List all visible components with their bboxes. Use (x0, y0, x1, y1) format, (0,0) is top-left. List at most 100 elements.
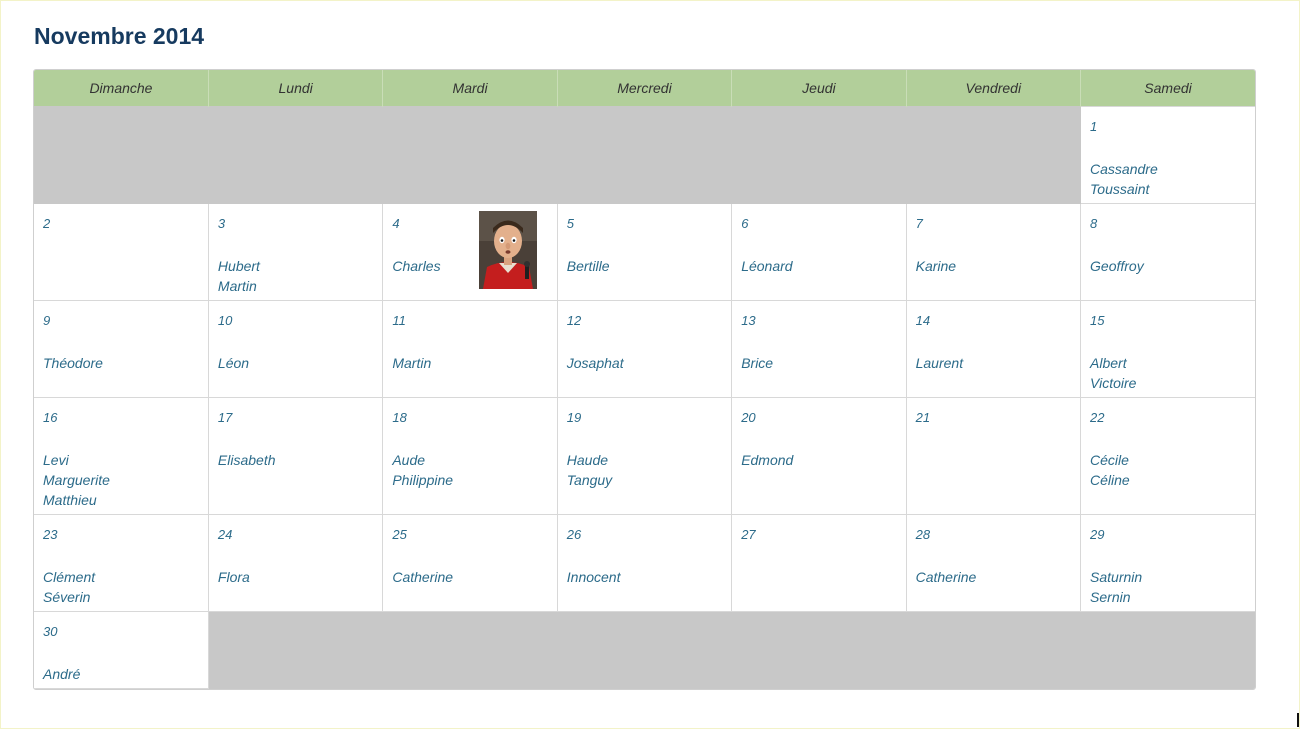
name-list: Catherine (916, 567, 977, 587)
saint-name: Victoire (1090, 375, 1137, 391)
name-list: Clément Séverin (43, 567, 95, 607)
day-cell[interactable]: 3 Hubert Martin (207, 203, 384, 301)
saint-name: Aude (392, 452, 426, 468)
name-list: Charles (392, 256, 440, 276)
day-cell[interactable]: 1 Cassandre Toussaint (1080, 106, 1255, 204)
day-cell[interactable]: 8 Geoffroy (1080, 203, 1255, 301)
day-cell[interactable]: 13 Brice (731, 300, 907, 398)
day-cell[interactable]: 9 Théodore (34, 300, 209, 398)
saint-name: Elisabeth (217, 452, 276, 468)
day-cell[interactable]: 15 Albert Victoire (1080, 300, 1255, 398)
day-number: 17 (217, 410, 233, 425)
saint-name: Séverin (43, 589, 91, 605)
saint-name: Toussaint (1090, 181, 1150, 197)
day-cell[interactable]: 21 (905, 397, 1082, 515)
day-number: 15 (1090, 313, 1105, 328)
day-number: 30 (43, 624, 58, 639)
saint-name: Charles (392, 258, 441, 274)
day-number: 16 (43, 410, 58, 425)
day-cell[interactable]: 11 Martin (382, 300, 558, 398)
day-cell[interactable]: 4 Charles (382, 203, 558, 301)
saint-name: Céline (1090, 472, 1130, 488)
day-cell[interactable]: 30 André (34, 611, 209, 689)
day-cell[interactable]: 6 Léonard (731, 203, 907, 301)
saint-name: Sernin (1090, 589, 1131, 605)
day-number: 21 (915, 410, 931, 425)
week-row: 1 Cassandre Toussaint (34, 106, 1255, 204)
day-cell[interactable]: 16 Levi Marguerite Matthieu (34, 397, 209, 515)
day-number: 2 (43, 216, 51, 231)
day-number: 1 (1090, 119, 1098, 134)
name-list: Bertille (567, 256, 610, 276)
name-list: Edmond (741, 450, 793, 470)
empty-days (34, 106, 1082, 204)
day-number: 29 (1090, 527, 1105, 542)
day-cell[interactable]: 22 Cécile Céline (1080, 397, 1255, 515)
day-cell[interactable]: 28 Catherine (905, 514, 1082, 612)
day-cell[interactable]: 25 Catherine (382, 514, 558, 612)
day-cell[interactable]: 10 Léon (207, 300, 384, 398)
day-number: 27 (741, 527, 756, 542)
day-number: 19 (566, 410, 582, 425)
day-number: 23 (43, 527, 58, 542)
saint-name: Edmond (741, 452, 794, 468)
day-cell[interactable]: 12 Josaphat (556, 300, 733, 398)
name-list: Albert Victoire (1090, 353, 1136, 393)
day-number: 3 (217, 216, 226, 231)
saint-name: Cassandre (1090, 161, 1158, 177)
weekday-header: Samedi (1080, 70, 1255, 107)
weekday-header: Lundi (207, 70, 383, 107)
name-list: Josaphat (567, 353, 624, 373)
day-cell[interactable]: 19 Haude Tanguy (556, 397, 733, 515)
name-list: Levi Marguerite Matthieu (43, 450, 110, 510)
saint-name: Brice (741, 355, 774, 371)
day-number: 25 (392, 527, 407, 542)
saint-name: Matthieu (43, 492, 97, 508)
day-cell[interactable]: 2 (34, 203, 209, 301)
day-number: 13 (741, 313, 756, 328)
name-list: Catherine (392, 567, 453, 587)
week-row: 9 Théodore 10 Léon 11 Martin 12 Josaphat 13 B… (34, 300, 1255, 398)
saint-name: Flora (217, 569, 250, 585)
week-row: 2 3 Hubert Martin 4 Charles 5 Bertille 6… (34, 203, 1255, 301)
day-cell[interactable]: 29 Saturnin Sernin (1080, 514, 1255, 612)
name-list: Saturnin Sernin (1090, 567, 1142, 607)
day-cell[interactable]: 27 (731, 514, 907, 612)
saint-name: Clément (43, 569, 96, 585)
name-list: Elisabeth (218, 450, 276, 470)
day-number: 8 (1090, 216, 1098, 231)
day-number: 20 (741, 410, 756, 425)
day-cell[interactable]: 20 Edmond (731, 397, 907, 515)
day-cell[interactable]: 17 Elisabeth (207, 397, 384, 515)
name-list: André (43, 664, 80, 684)
saint-name: Geoffroy (1090, 258, 1144, 274)
cartoon-character-icon[interactable] (478, 211, 537, 289)
day-cell[interactable]: 14 Laurent (905, 300, 1082, 398)
day-number: 28 (915, 527, 931, 542)
weekday-header-row: Dimanche Lundi Mardi Mercredi Jeudi Vend… (34, 70, 1255, 107)
day-cell[interactable]: 5 Bertille (556, 203, 733, 301)
day-cell[interactable]: 7 Karine (905, 203, 1082, 301)
saint-name: Bertille (566, 258, 610, 274)
saint-name: Karine (915, 258, 957, 274)
day-cell[interactable]: 18 Aude Philippine (382, 397, 558, 515)
saint-name: Marguerite (43, 472, 110, 488)
saint-name: Catherine (392, 569, 454, 585)
day-number: 18 (392, 410, 407, 425)
name-list: Cassandre Toussaint (1090, 159, 1158, 199)
weekday-header: Vendredi (905, 70, 1081, 107)
day-number: 5 (566, 216, 574, 231)
week-row: 23 Clément Séverin 24 Flora 25 Catherine 26 I… (34, 514, 1255, 612)
day-number: 11 (392, 313, 406, 328)
day-cell[interactable]: 24 Flora (207, 514, 384, 612)
name-list: Karine (916, 256, 956, 276)
day-number: 24 (217, 527, 233, 542)
text-cursor-icon (1297, 713, 1299, 727)
day-cell[interactable]: 23 Clément Séverin (34, 514, 209, 612)
month-calendar: Dimanche Lundi Mardi Mercredi Jeudi Vend… (33, 69, 1256, 690)
saint-name: Josaphat (566, 355, 624, 371)
day-number: 7 (915, 216, 923, 231)
day-cell[interactable]: 26 Innocent (556, 514, 733, 612)
saint-name: Catherine (915, 569, 977, 585)
saint-name: Philippine (392, 472, 454, 488)
